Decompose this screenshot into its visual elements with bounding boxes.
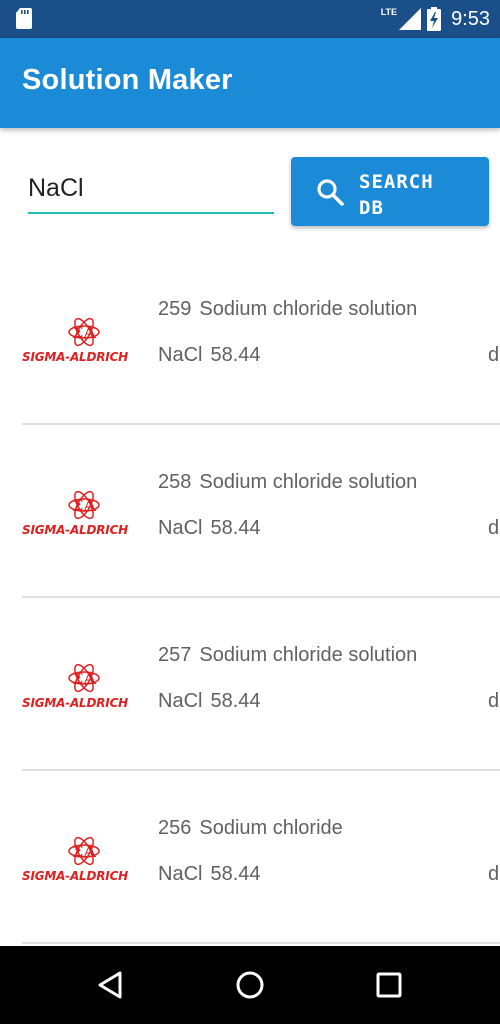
sigma-aldrich-logo: ΣΑ SIGMA-ALDRICH [22,485,146,539]
item-name: Sodium chloride [199,817,343,839]
search-icon [317,179,344,206]
item-id: 256 [158,817,192,839]
item-title: 256 Sodium chloride [158,817,343,840]
search-db-button[interactable]: SEARCH DB [291,157,489,226]
item-id: 259 [158,298,192,320]
item-name: Sodium chloride solution [199,298,418,320]
sigma-aldrich-mark-icon: ΣΑ [68,836,100,866]
item-title: 258 Sodium chloride solution [158,471,417,494]
app-title: Solution Maker [22,64,233,96]
item-overflow-text: d [488,344,500,366]
item-overflow-text: d [488,690,500,712]
item-molar-mass: 58.44 [210,344,261,366]
divider [22,942,500,944]
item-title: 259 Sodium chloride solution [158,298,417,321]
item-overflow-text: d [488,863,500,885]
item-overflow-text: d [488,517,500,539]
svg-text:ΣΑ: ΣΑ [72,842,96,861]
list-item[interactable]: ΣΑ SIGMA-ALDRICH 257 Sodium chloride solu… [0,598,500,771]
recents-icon[interactable] [372,968,406,1002]
svg-text:ΣΑ: ΣΑ [72,323,96,342]
item-details: NaCl 58.44 [158,863,261,886]
item-details: NaCl 58.44 [158,344,261,367]
sigma-aldrich-mark-icon: ΣΑ [68,490,100,520]
signal-icon [399,8,422,30]
item-molar-mass: 58.44 [210,863,261,885]
sigma-aldrich-mark-icon: ΣΑ [68,663,100,693]
item-formula: NaCl [158,690,203,712]
item-id: 258 [158,471,192,493]
result-list: ΣΑ SIGMA-ALDRICH 259 Sodium chloride solu… [0,252,500,944]
search-input[interactable] [28,170,274,214]
item-formula: NaCl [158,863,203,885]
svg-text:ΣΑ: ΣΑ [72,669,96,688]
search-db-button-label: SEARCH DB [359,171,434,219]
item-title: 257 Sodium chloride solution [158,644,417,667]
item-id: 257 [158,644,192,666]
sd-card-icon [16,8,32,29]
clock: 9:53 [451,7,490,30]
app-bar: Solution Maker [0,38,500,128]
network-type-label: LTE [380,7,398,17]
item-formula: NaCl [158,344,203,366]
sigma-aldrich-mark-icon: ΣΑ [68,317,100,347]
item-details: NaCl 58.44 [158,517,261,540]
back-icon[interactable] [94,968,128,1002]
battery-charging-icon [427,7,442,31]
item-molar-mass: 58.44 [210,517,261,539]
list-item[interactable]: ΣΑ SIGMA-ALDRICH 258 Sodium chloride solu… [0,425,500,598]
sigma-aldrich-logo: ΣΑ SIGMA-ALDRICH [22,831,146,885]
status-bar: LTE 9:53 [0,0,500,38]
svg-text:ΣΑ: ΣΑ [72,496,96,515]
item-name: Sodium chloride solution [199,644,418,666]
item-formula: NaCl [158,517,203,539]
item-molar-mass: 58.44 [210,690,261,712]
item-name: Sodium chloride solution [199,471,418,493]
list-item[interactable]: ΣΑ SIGMA-ALDRICH 256 Sodium chloride NaCl… [0,771,500,944]
item-details: NaCl 58.44 [158,690,261,713]
sigma-aldrich-logo: ΣΑ SIGMA-ALDRICH [22,658,146,712]
sigma-aldrich-logo: ΣΑ SIGMA-ALDRICH [22,312,146,366]
home-icon[interactable] [233,968,267,1002]
list-item[interactable]: ΣΑ SIGMA-ALDRICH 259 Sodium chloride solu… [0,252,500,425]
navigation-bar [0,946,500,1024]
